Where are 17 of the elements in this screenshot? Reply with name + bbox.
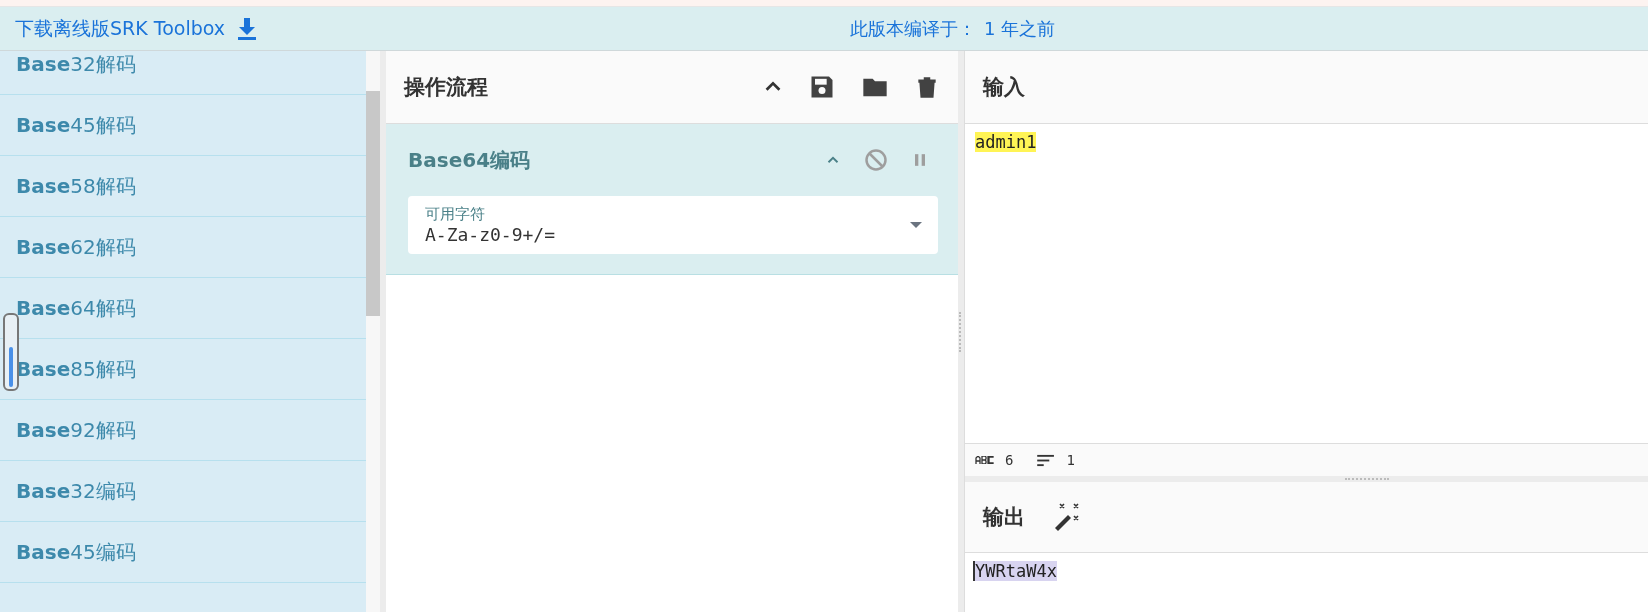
output-text-area: YWRtaW4x — [965, 553, 1648, 589]
download-icon[interactable] — [237, 16, 257, 41]
character-count: 6 — [1005, 452, 1014, 468]
input-text-area[interactable]: admin1 — [965, 124, 1648, 443]
build-label: 此版本编译于： — [850, 16, 976, 41]
recipe-title: 操作流程 — [404, 74, 488, 101]
input-title: 输入 — [983, 74, 1025, 101]
lines-icon — [1037, 453, 1057, 467]
character-count-icon — [975, 456, 995, 464]
alphabet-dropdown[interactable]: 可用字符 A-Za-z0-9+/= — [408, 196, 938, 254]
build-age: 1 年之前 — [984, 16, 1056, 41]
scrollbar-thumb[interactable] — [366, 91, 380, 316]
download-link[interactable]: 下载离线版SRK Toolbox — [15, 15, 225, 42]
line-count: 1 — [1066, 452, 1075, 468]
caret-icon — [910, 222, 922, 228]
operation-name: Base64编码 — [408, 146, 531, 174]
output-title: 输出 — [983, 504, 1025, 531]
